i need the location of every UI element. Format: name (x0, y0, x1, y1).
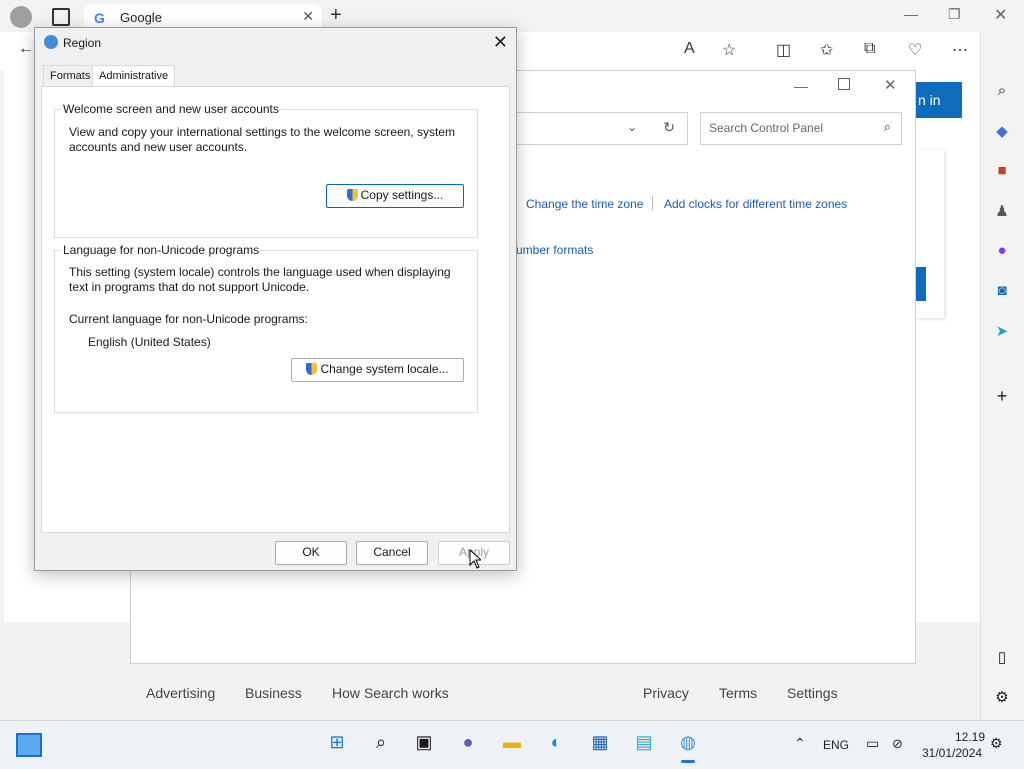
more-icon[interactable]: ⋯ (952, 40, 968, 60)
close-icon[interactable]: ✕ (493, 32, 508, 53)
ok-button[interactable]: OK (275, 541, 347, 565)
network-icon[interactable]: ▭ (866, 735, 879, 752)
cp-address-bar[interactable]: ⌄ ↻ (516, 112, 688, 145)
teams-chat-icon[interactable]: ● (456, 732, 480, 756)
cp-close-icon[interactable]: ✕ (884, 76, 897, 94)
footer-link-business[interactable]: Business (245, 685, 302, 701)
copy-settings-button[interactable]: Copy settings... (326, 184, 464, 208)
google-icon: G (94, 10, 105, 26)
footer-link-privacy[interactable]: Privacy (643, 685, 689, 701)
active-app-indicator (681, 760, 695, 763)
footer-link-settings[interactable]: Settings (787, 685, 838, 701)
current-language-label: Current language for non-Unicode program… (69, 312, 308, 326)
clock-time[interactable]: 12.19 (955, 730, 985, 744)
cancel-button[interactable]: Cancel (356, 541, 428, 565)
cp-maximize-icon[interactable] (838, 78, 850, 90)
panel-icon[interactable]: ▯ (992, 648, 1012, 668)
search-icon[interactable]: ⌕ (992, 82, 1012, 102)
change-system-locale-button[interactable]: Change system locale... (291, 358, 464, 382)
footer-link-advertising[interactable]: Advertising (146, 685, 215, 701)
back-icon[interactable]: ← (18, 40, 34, 58)
cp-minimize-icon[interactable]: — (794, 78, 808, 94)
profile-icon[interactable] (10, 6, 32, 28)
widgets-icon[interactable] (16, 733, 42, 757)
region-taskbar-icon[interactable]: ◍ (676, 732, 700, 756)
administrative-panel: Welcome screen and new user accounts Vie… (41, 86, 510, 533)
store-icon[interactable]: ▦ (588, 732, 612, 756)
footer-link-terms[interactable]: Terms (719, 685, 757, 701)
close-window-icon[interactable]: ✕ (994, 5, 1007, 25)
notification-icon[interactable]: ⚙ (990, 735, 1003, 752)
language-indicator[interactable]: ENG (823, 738, 849, 752)
volume-muted-icon[interactable]: ⊘ (892, 736, 903, 752)
clock-date[interactable]: 31/01/2024 (922, 746, 982, 760)
performance-icon[interactable]: ♡ (908, 40, 922, 60)
restore-icon[interactable]: ❐ (948, 6, 961, 23)
chevron-up-icon[interactable]: ⌃ (794, 735, 806, 752)
settings-icon[interactable]: ⚙ (992, 688, 1012, 708)
link-change-time-zone[interactable]: Change the time zone (526, 197, 643, 211)
edge-icon[interactable]: ◐ (544, 732, 568, 756)
welcome-description-line1: View and copy your international setting… (69, 125, 455, 139)
welcome-description-line2: accounts and new user accounts. (69, 140, 248, 154)
tab-title: Google (120, 10, 162, 25)
taskbar-search-icon[interactable]: ⌕ (369, 732, 393, 756)
new-tab-button[interactable]: + (330, 4, 342, 27)
toolbox-icon[interactable]: ■ (992, 162, 1012, 182)
paper-plane-icon[interactable]: ➤ (992, 322, 1012, 342)
outlook-icon[interactable]: ◙ (992, 282, 1012, 302)
region-dialog: Region ✕ Formats Administrative Welcome … (34, 27, 517, 571)
unicode-description-line2: text in programs that do not support Uni… (69, 280, 310, 294)
link-add-clocks[interactable]: Add clocks for different time zones (664, 197, 847, 211)
copilot-side-icon[interactable]: ● (992, 242, 1012, 262)
control-panel-icon[interactable]: ▤ (632, 732, 656, 756)
file-explorer-icon[interactable]: ▬ (500, 732, 524, 756)
unicode-description-line1: This setting (system locale) controls th… (69, 265, 451, 279)
uac-shield-icon (346, 189, 358, 201)
task-view-icon[interactable]: ▣ (412, 732, 436, 756)
tab-actions-icon[interactable] (52, 8, 70, 26)
tag-icon[interactable]: ◆ (992, 122, 1012, 142)
link-divider (652, 196, 653, 210)
signin-button[interactable]: n in (914, 82, 962, 118)
tab-formats[interactable]: Formats (43, 65, 98, 87)
refresh-icon[interactable]: ↻ (663, 119, 675, 136)
cp-search-placeholder: Search Control Panel (709, 121, 824, 135)
signin-label: n in (918, 92, 941, 108)
plus-icon[interactable]: + (992, 386, 1012, 406)
non-unicode-group-heading: Language for non-Unicode programs (61, 243, 262, 257)
tab-close-icon[interactable]: ✕ (302, 8, 314, 25)
mouse-cursor-icon (469, 549, 481, 569)
footer-link-how-search-works[interactable]: How Search works (332, 685, 449, 701)
read-aloud-icon[interactable]: A (684, 40, 695, 58)
start-icon[interactable]: ⊞ (325, 732, 349, 756)
welcome-group-heading: Welcome screen and new user accounts (61, 102, 281, 116)
change-locale-label: Change system locale... (320, 362, 449, 376)
chess-icon[interactable]: ♟ (992, 202, 1012, 222)
split-screen-icon[interactable]: ◫ (776, 40, 791, 60)
uac-shield-icon (306, 363, 318, 375)
favorite-star-icon[interactable]: ☆ (722, 40, 736, 60)
favorites-icon[interactable]: ✩ (820, 40, 833, 60)
chevron-down-icon[interactable]: ⌄ (627, 120, 637, 134)
current-language-value: English (United States) (88, 335, 211, 349)
region-globe-icon (44, 35, 58, 49)
link-number-formats[interactable]: umber formats (516, 243, 593, 257)
tab-administrative[interactable]: Administrative (92, 65, 176, 88)
dialog-title: Region (63, 36, 102, 50)
collections-icon[interactable]: ⧉ (864, 40, 875, 58)
cp-search-input[interactable]: Search Control Panel ⌕ (700, 112, 902, 145)
copy-settings-label: Copy settings... (360, 188, 444, 202)
minimize-icon[interactable]: — (904, 6, 918, 22)
search-icon: ⌕ (883, 119, 891, 134)
